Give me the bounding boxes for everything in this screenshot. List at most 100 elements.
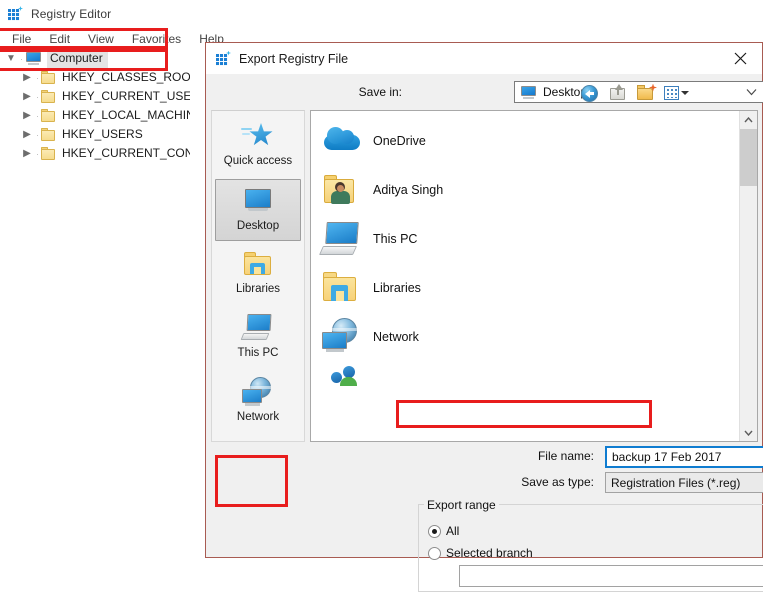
file-list-scrollbar[interactable] (739, 111, 757, 441)
scroll-up-icon[interactable] (740, 111, 757, 128)
file-list-items: OneDrive Aditya Singh This PC Libraries (311, 111, 741, 441)
radio-export-all[interactable]: All (428, 524, 459, 538)
up-folder-icon[interactable] (608, 83, 629, 104)
place-network[interactable]: Network (215, 371, 301, 433)
list-item-label: This PC (373, 231, 418, 246)
place-this-pc[interactable]: This PC (215, 307, 301, 369)
tree-node-label: HKEY_CURRENT_USER (62, 89, 190, 103)
libraries-folder-icon (241, 249, 275, 280)
back-arrow-icon[interactable] (580, 83, 601, 104)
computer-icon (25, 52, 42, 65)
list-item[interactable]: Aditya Singh (311, 165, 741, 214)
menu-item-favorites[interactable]: Favorites (123, 30, 190, 48)
chevron-down-icon[interactable] (746, 89, 757, 96)
radio-label: All (446, 524, 460, 538)
file-name-input[interactable]: backup 17 Feb 2017 (605, 446, 763, 468)
save-as-type-value: Registration Files (*.reg) (611, 475, 741, 490)
places-bar: Quick access Desktop Libraries This PC N… (211, 110, 305, 442)
save-as-type-label: Save as type: (521, 475, 594, 489)
tree-node-hkey-users[interactable]: ▶ · HKEY_USERS (0, 125, 190, 144)
place-desktop[interactable]: Desktop (215, 179, 301, 241)
list-item-label: Libraries (373, 280, 421, 295)
scrollbar-thumb[interactable] (740, 129, 757, 186)
network-globe-icon (321, 317, 365, 357)
tree-line-dots: · (36, 110, 39, 121)
folder-icon (41, 147, 56, 160)
tree-node-hkey-classes-root[interactable]: ▶ · HKEY_CLASSES_ROOT (0, 68, 190, 87)
file-list[interactable]: OneDrive Aditya Singh This PC Libraries (310, 110, 758, 442)
list-item[interactable]: OneDrive (311, 116, 741, 165)
menu-item-edit[interactable]: Edit (40, 30, 79, 48)
folder-icon (41, 109, 56, 122)
desktop-monitor-icon (241, 186, 275, 217)
close-icon[interactable] (718, 43, 762, 74)
list-item-label: Aditya Singh (373, 182, 444, 197)
save-in-label: Save in: (358, 85, 402, 99)
tree-node-label: HKEY_USERS (62, 127, 143, 141)
registry-editor-titlebar: Registry Editor (0, 0, 763, 28)
file-name-label: File name: (537, 449, 594, 463)
file-name-value: backup 17 Feb 2017 (612, 450, 722, 464)
place-label: This PC (237, 347, 279, 359)
menu-item-file[interactable]: File (3, 30, 40, 48)
dialog-toolbar (580, 81, 695, 105)
list-item[interactable]: Libraries (311, 263, 741, 312)
views-grid-icon[interactable] (664, 83, 689, 104)
chevron-down-icon[interactable]: ▼ (4, 49, 18, 68)
user-folder-icon (321, 170, 365, 210)
tree-node-hkey-local-machine[interactable]: ▶ · HKEY_LOCAL_MACHINE (0, 106, 190, 125)
tree-node-label: HKEY_CLASSES_ROOT (62, 70, 190, 84)
tree-node-hkey-current-user[interactable]: ▶ · HKEY_CURRENT_USER (0, 87, 190, 106)
tree-node-label: Computer (47, 49, 108, 69)
registry-icon (215, 50, 231, 67)
tree-node-computer[interactable]: ▼ · Computer (0, 49, 190, 69)
folder-icon (41, 90, 56, 103)
folder-icon (41, 71, 56, 84)
place-libraries[interactable]: Libraries (215, 243, 301, 305)
registry-tree: ▼ · Computer ▶ · HKEY_CLASSES_ROOT ▶ · H… (0, 49, 190, 558)
homegroup-icon (321, 365, 365, 406)
place-label: Desktop (236, 220, 280, 232)
radio-icon[interactable] (428, 524, 441, 538)
chevron-right-icon[interactable]: ▶ (20, 106, 34, 125)
list-item[interactable] (311, 361, 741, 410)
place-label: Network (236, 411, 280, 423)
new-folder-icon[interactable] (636, 83, 657, 104)
desktop-icon (520, 85, 537, 99)
tree-node-hkey-current-config[interactable]: ▶ · HKEY_CURRENT_CONFIG (0, 144, 190, 163)
list-item-label: Network (373, 329, 419, 344)
registry-icon (7, 6, 23, 22)
list-item[interactable]: This PC (311, 214, 741, 263)
place-label: Quick access (223, 155, 293, 167)
quick-access-star-icon (241, 121, 275, 152)
list-item-label: OneDrive (373, 133, 426, 148)
network-globe-icon (241, 377, 275, 408)
tree-line-dots: · (36, 72, 39, 83)
dialog-title: Export Registry File (239, 51, 349, 66)
tree-line-dots: · (36, 91, 39, 102)
libraries-folder-icon (321, 268, 365, 308)
place-quick-access[interactable]: Quick access (215, 115, 301, 177)
tree-node-label: HKEY_CURRENT_CONFIG (62, 146, 190, 160)
this-pc-icon (318, 219, 365, 259)
tree-line-dots: · (36, 148, 39, 159)
selected-branch-input[interactable] (459, 565, 763, 587)
menu-item-view[interactable]: View (79, 30, 123, 48)
chevron-right-icon[interactable]: ▶ (20, 125, 34, 144)
chevron-right-icon[interactable]: ▶ (20, 87, 34, 106)
tree-node-label: HKEY_LOCAL_MACHINE (62, 108, 190, 122)
list-item[interactable]: Network (311, 312, 741, 361)
save-as-type-combobox[interactable]: Registration Files (*.reg) (605, 472, 763, 493)
export-registry-file-dialog: Export Registry File Save in: Desktop Qu… (205, 42, 763, 592)
window-title: Registry Editor (31, 7, 112, 21)
export-range-legend: Export range (424, 498, 499, 512)
dialog-titlebar: Export Registry File (206, 43, 762, 74)
chevron-right-icon[interactable]: ▶ (20, 68, 34, 87)
chevron-right-icon[interactable]: ▶ (20, 144, 34, 163)
onedrive-cloud-icon (321, 121, 365, 161)
scroll-down-icon[interactable] (740, 424, 757, 441)
tree-line-dots: · (36, 129, 39, 140)
tree-line-dots: · (20, 53, 23, 64)
this-pc-icon (240, 313, 275, 344)
folder-icon (41, 128, 56, 141)
